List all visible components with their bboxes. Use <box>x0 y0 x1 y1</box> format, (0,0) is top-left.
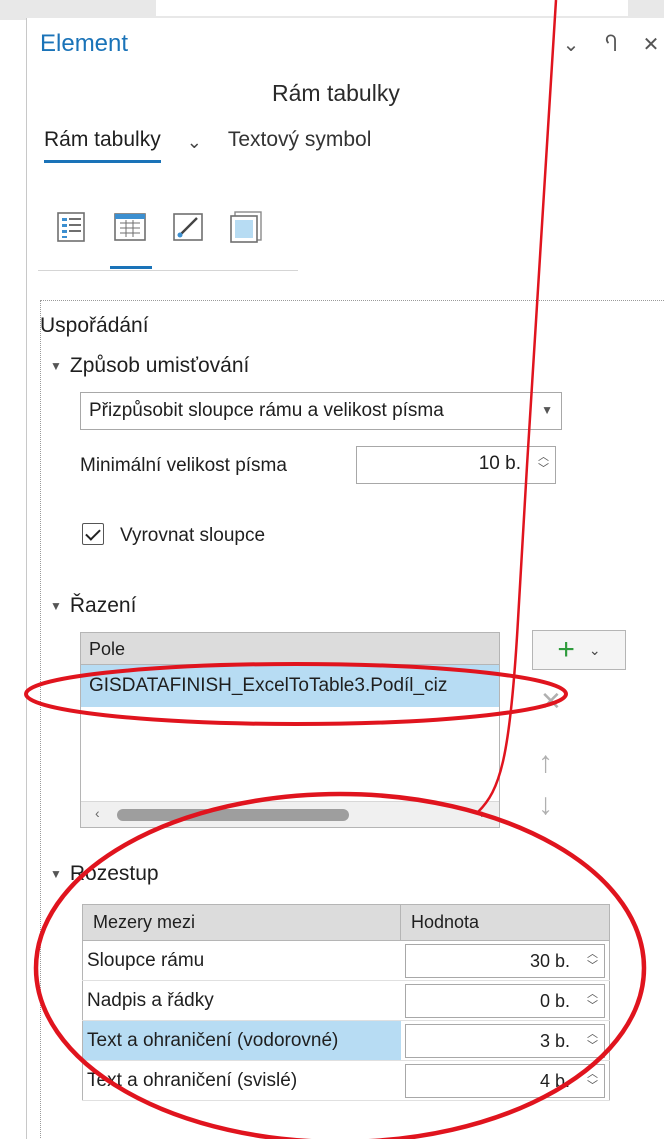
spacing-col-value[interactable]: Hodnota <box>400 904 610 941</box>
collapse-caret-icon: ▼ <box>50 867 62 881</box>
sort-column-header[interactable]: Pole <box>81 633 499 665</box>
table-row[interactable]: Nadpis a řádky 0 b. ︿ ﹀ <box>82 980 610 1021</box>
spacing-value: 0 b. <box>539 990 570 1011</box>
spinner-icon[interactable]: ︿ ﹀ <box>587 1068 598 1092</box>
spacing-row-value-cell: 3 b. ︿ ﹀ <box>400 1020 610 1061</box>
chevron-down-icon: ⌄ <box>588 641 601 658</box>
tab-table-frame[interactable]: Rám tabulky <box>44 128 161 163</box>
align-columns-label: Vyrovnat sloupce <box>120 525 266 546</box>
tab-text-symbol[interactable]: Textový symbol <box>228 128 372 152</box>
min-font-label: Minimální velikost písma <box>80 455 287 476</box>
spacing-value: 4 b. <box>539 1070 570 1091</box>
symbol-brush-icon[interactable] <box>166 205 210 249</box>
move-up-icon[interactable]: ↑ <box>538 746 553 780</box>
spinner-icon[interactable]: ︿ ﹀ <box>587 948 598 972</box>
collapse-caret-icon: ▼ <box>50 599 62 613</box>
sort-fields-table: Pole GISDATAFINISH_ExcelToTable3.Podíl_c… <box>80 632 500 828</box>
toolbar-divider <box>38 270 298 271</box>
placement-mode-select[interactable]: Přizpůsobit sloupce rámu a velikost písm… <box>80 392 562 430</box>
spacing-table: Mezery mezi Hodnota Sloupce rámu 30 b. ︿ ﹀… <box>82 904 610 1101</box>
spacing-value-input[interactable]: 3 b. ︿ ﹀ <box>404 1023 605 1058</box>
pane-controls: ⌄ Ⴄ ✕ <box>560 32 662 57</box>
align-columns-checkbox[interactable] <box>82 523 104 545</box>
remove-icon[interactable]: ✕ <box>540 686 562 717</box>
section-title: Uspořádání <box>40 314 149 337</box>
tab-dropdown-chevron-icon[interactable]: ⌄ <box>187 128 202 153</box>
element-tabs: Rám tabulky ⌄ Textový symbol <box>44 128 371 163</box>
spinner-icon[interactable]: ︿ ﹀ <box>587 1028 598 1052</box>
add-sort-field-button[interactable]: + ⌄ <box>532 630 626 670</box>
sort-group-header[interactable]: ▼ Řazení <box>50 594 136 618</box>
dropdown-arrow-icon: ▼ <box>541 403 553 417</box>
sort-group-title: Řazení <box>69 594 137 617</box>
placement-mode-value: Přizpůsobit sloupce rámu a velikost písm… <box>89 400 444 421</box>
spacing-value: 3 b. <box>539 1030 570 1051</box>
horizontal-scrollbar[interactable]: ‹ › <box>81 801 499 827</box>
spacing-header-row: Mezery mezi Hodnota <box>82 904 610 941</box>
scroll-thumb[interactable] <box>117 809 349 821</box>
spinner-icon[interactable]: ︿ ﹀ <box>587 988 598 1012</box>
options-icon[interactable] <box>50 205 94 249</box>
top-strip <box>0 0 664 20</box>
close-icon[interactable]: ✕ <box>640 32 662 57</box>
placement-group-header[interactable]: ▼ Způsob umisťování <box>50 354 249 378</box>
sort-field-row[interactable]: GISDATAFINISH_ExcelToTable3.Podíl_ciz <box>81 665 499 707</box>
spacing-row-value-cell: 0 b. ︿ ﹀ <box>400 980 610 1021</box>
min-font-input[interactable]: 10 b. ︿ ﹀ <box>356 446 556 484</box>
spacing-col-name[interactable]: Mezery mezi <box>82 904 401 941</box>
spacing-value-input[interactable]: 0 b. ︿ ﹀ <box>404 983 605 1018</box>
spinner-icon[interactable]: ︿ ﹀ <box>538 451 549 475</box>
spacing-row-name: Text a ohraničení (svislé) <box>82 1060 401 1101</box>
spacing-group-title: Rozestup <box>69 862 159 885</box>
spacing-row-name: Nadpis a řádky <box>82 980 401 1021</box>
plus-icon: + <box>557 633 575 666</box>
placement-group-title: Způsob umisťování <box>69 354 250 377</box>
table-row[interactable]: Sloupce rámu 30 b. ︿ ﹀ <box>82 940 610 981</box>
spacing-row-name: Sloupce rámu <box>82 940 401 981</box>
spacing-value: 30 b. <box>529 950 570 971</box>
spacing-row-value-cell: 4 b. ︿ ﹀ <box>400 1060 610 1101</box>
collapse-caret-icon: ▼ <box>50 359 62 373</box>
pin-icon[interactable]: Ⴄ <box>600 32 622 57</box>
spacing-row-name: Text a ohraničení (vodorovné) <box>82 1020 401 1061</box>
move-down-icon[interactable]: ↓ <box>538 788 553 822</box>
spacing-value-input[interactable]: 4 b. ︿ ﹀ <box>404 1063 605 1098</box>
spacing-row-value-cell: 30 b. ︿ ﹀ <box>400 940 610 981</box>
pane-title: Element <box>40 30 129 57</box>
pane-options-icon[interactable]: ⌄ <box>560 32 582 57</box>
scroll-left-icon[interactable]: ‹ <box>95 805 100 821</box>
table-row[interactable]: Text a ohraničení (svislé) 4 b. ︿ ﹀ <box>82 1060 610 1101</box>
property-toolbar <box>50 205 268 269</box>
spacing-value-input[interactable]: 30 b. ︿ ﹀ <box>404 943 605 978</box>
table-row[interactable]: Text a ohraničení (vodorovné) 3 b. ︿ ﹀ <box>82 1020 610 1061</box>
min-font-value: 10 b. <box>478 453 521 474</box>
element-subtitle: Rám tabulky <box>272 80 400 106</box>
display-icon[interactable] <box>224 205 268 249</box>
table-frame-icon[interactable] <box>108 205 152 269</box>
scroll-right-icon[interactable]: › <box>480 805 485 821</box>
top-strip-inner <box>156 0 628 16</box>
spacing-group-header[interactable]: ▼ Rozestup <box>50 862 159 886</box>
